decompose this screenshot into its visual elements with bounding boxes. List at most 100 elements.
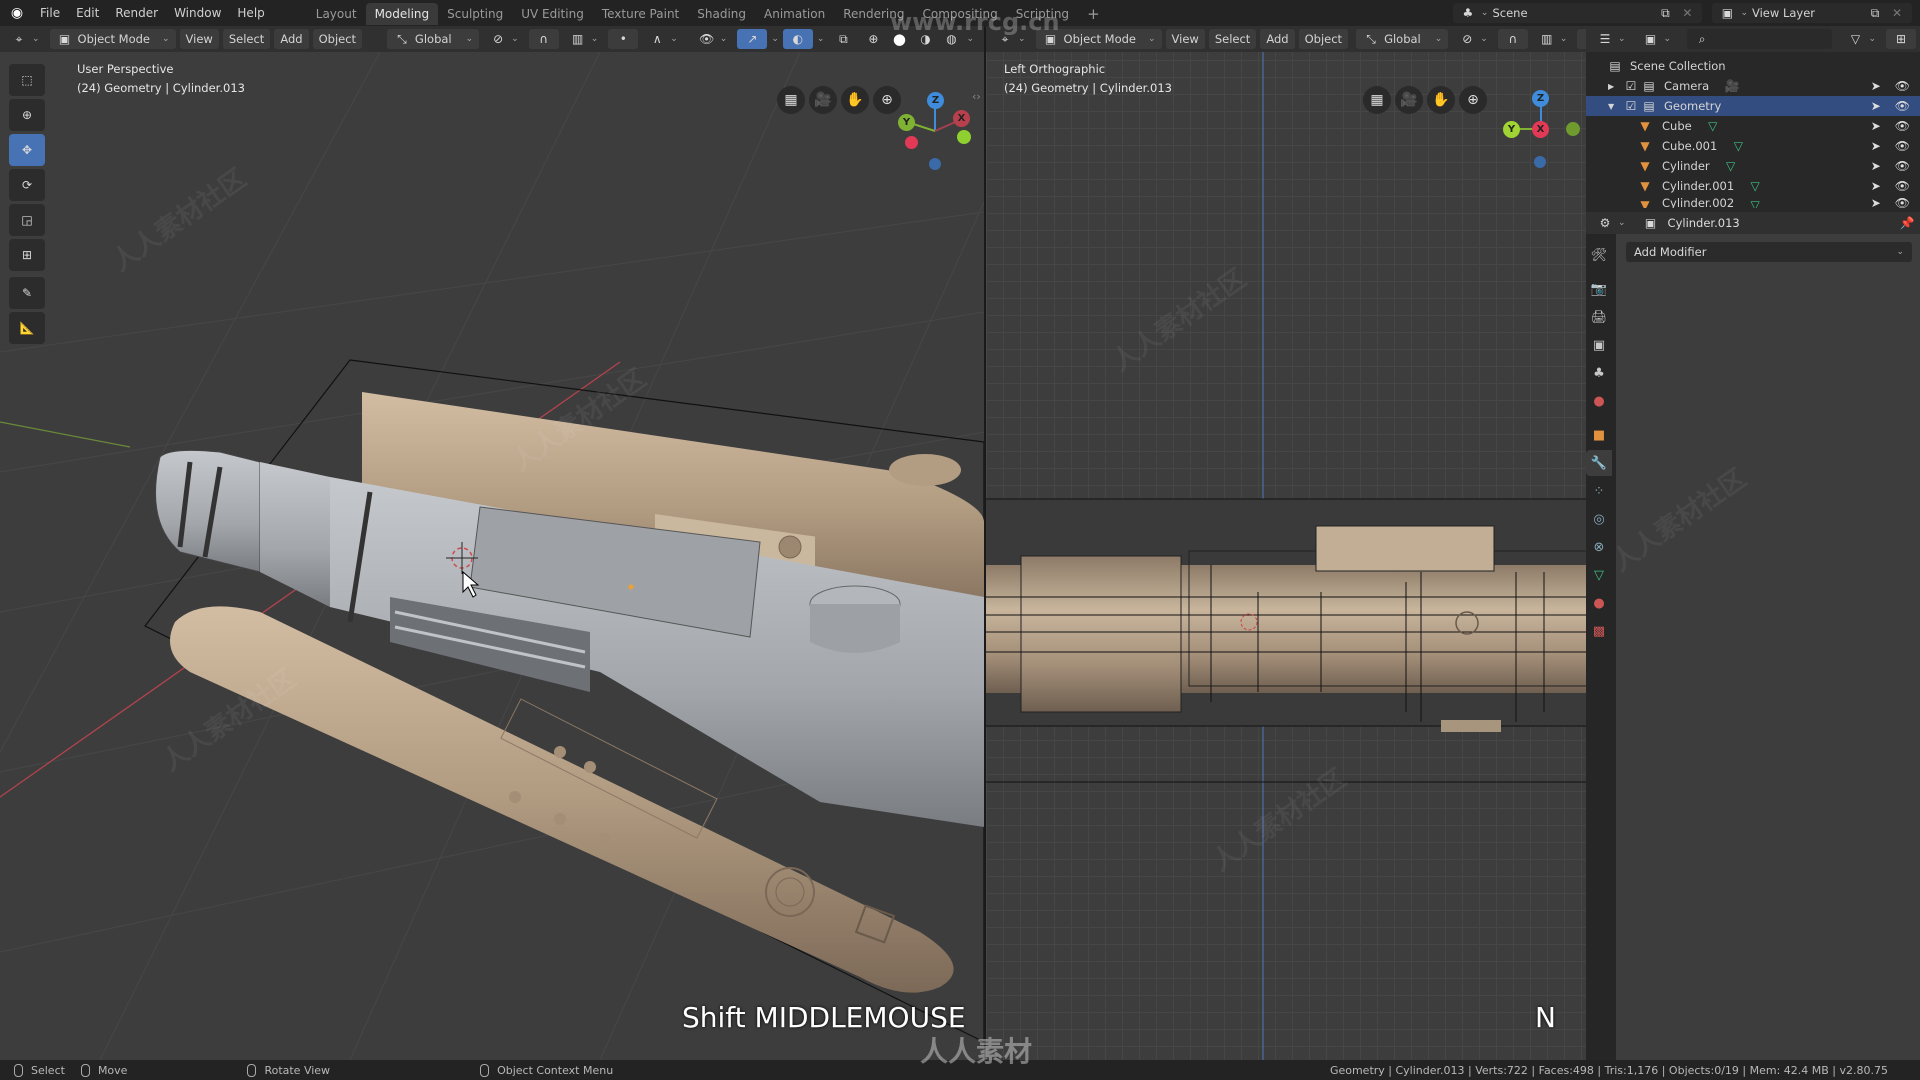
- menu-window[interactable]: Window: [166, 0, 229, 26]
- eye-icon[interactable]: 👁: [1895, 196, 1910, 208]
- navigation-gizmo[interactable]: Z Y X: [895, 86, 975, 176]
- tab-compositing[interactable]: Compositing: [913, 3, 1006, 25]
- mesh-data-icon[interactable]: ▽: [1722, 157, 1740, 175]
- gizmo-neg-y[interactable]: [1566, 122, 1580, 136]
- tab-texture[interactable]: ▩: [1586, 618, 1612, 644]
- snap-toggle[interactable]: ∩: [528, 29, 559, 49]
- scene-3d-render[interactable]: [0, 52, 984, 1060]
- editor-type-button[interactable]: ☰ ⌄: [1590, 29, 1632, 49]
- proportional-edit-toggle[interactable]: •: [608, 29, 639, 49]
- tab-scene[interactable]: ♣: [1586, 360, 1612, 386]
- menu-view[interactable]: View: [179, 29, 219, 49]
- gizmo-z-axis[interactable]: Z: [1532, 90, 1549, 107]
- outliner-item-camera[interactable]: ▶ ☑ ▤ Camera 🎥 ➤ 👁: [1586, 76, 1920, 96]
- editor-type-button[interactable]: ⚙ ⌄: [1590, 213, 1632, 233]
- gizmo-neg-z[interactable]: [1534, 156, 1546, 168]
- view-layer-selector[interactable]: ▣ ⌄ View Layer ⧉ ✕: [1712, 3, 1912, 23]
- viewport-left[interactable]: ⌖ ⌄ ▣ Object Mode ⌄ View Select Add Object …: [0, 26, 984, 1060]
- camera-view-button[interactable]: 🎥: [809, 86, 837, 114]
- gizmo-x-axis[interactable]: X: [1532, 121, 1549, 138]
- tab-modeling[interactable]: Modeling: [365, 3, 439, 25]
- toggle-perspective-button[interactable]: ▦: [777, 86, 805, 114]
- select-arrow-icon[interactable]: ➤: [1871, 119, 1881, 133]
- select-arrow-icon[interactable]: ➤: [1871, 179, 1881, 193]
- add-workspace-button[interactable]: +: [1078, 3, 1109, 25]
- mode-dropdown[interactable]: ▣ Object Mode ⌄: [1035, 29, 1162, 49]
- filter-dropdown[interactable]: ▽ ⌄: [1840, 29, 1882, 49]
- gizmo-toggle[interactable]: ↗: [737, 29, 768, 49]
- shading-options-chevron[interactable]: ⌄: [966, 34, 974, 44]
- tab-tool[interactable]: 🛠: [1586, 242, 1612, 268]
- select-arrow-icon[interactable]: ➤: [1871, 139, 1881, 153]
- tab-rendering[interactable]: Rendering: [834, 3, 913, 25]
- sidebar-toggle-icon[interactable]: ‹›: [972, 90, 981, 103]
- tool-measure[interactable]: 📐: [9, 312, 45, 344]
- tab-texture-paint[interactable]: Texture Paint: [593, 3, 688, 25]
- pivot-dropdown[interactable]: ⊘ ⌄: [1452, 29, 1494, 49]
- mesh-data-icon[interactable]: ▽: [1746, 196, 1764, 208]
- eye-icon[interactable]: 👁: [1895, 119, 1910, 133]
- orientation-dropdown[interactable]: ⤡ Global ⌄: [386, 29, 480, 49]
- snap-toggle[interactable]: ∩: [1497, 29, 1528, 49]
- menu-add[interactable]: Add: [274, 29, 309, 49]
- tool-transform[interactable]: ⊞: [9, 239, 45, 271]
- menu-add[interactable]: Add: [1260, 29, 1295, 49]
- snap-target-dropdown[interactable]: ▥ ⌄: [563, 29, 605, 49]
- new-scene-icon[interactable]: ⧉: [1656, 4, 1674, 22]
- outliner-item-cylinder-001[interactable]: ▼ Cylinder.001 ▽ ➤ 👁: [1586, 176, 1920, 196]
- outliner-item-cylinder[interactable]: ▼ Cylinder ▽ ➤ 👁: [1586, 156, 1920, 176]
- tab-layout[interactable]: Layout: [307, 3, 366, 25]
- snap-target-dropdown[interactable]: ▥ ⌄: [1532, 29, 1574, 49]
- checkbox-checked-icon[interactable]: ☑: [1622, 77, 1640, 95]
- mesh-data-icon[interactable]: ▽: [1704, 117, 1722, 135]
- gizmo-neg-y[interactable]: [957, 130, 971, 144]
- outliner-scene-collection[interactable]: ▤ Scene Collection: [1586, 56, 1920, 76]
- tool-rotate[interactable]: ⟳: [9, 169, 45, 201]
- shading-rendered[interactable]: ◍: [940, 29, 962, 49]
- camera-view-button[interactable]: 🎥: [1395, 86, 1423, 114]
- outliner-search-input[interactable]: ⌕: [1687, 29, 1833, 49]
- tab-data[interactable]: ▽: [1586, 562, 1612, 588]
- eye-icon[interactable]: 👁: [1895, 179, 1910, 193]
- tab-physics[interactable]: ◎: [1586, 506, 1612, 532]
- tool-select-box[interactable]: ⬚: [9, 64, 45, 96]
- shading-material[interactable]: ◑: [914, 29, 936, 49]
- mode-dropdown[interactable]: ▣ Object Mode ⌄: [49, 29, 176, 49]
- toggle-perspective-button[interactable]: ▦: [1363, 86, 1391, 114]
- orientation-dropdown[interactable]: ⤡ Global ⌄: [1356, 29, 1449, 49]
- tab-object[interactable]: ■: [1586, 422, 1612, 448]
- tool-move[interactable]: ✥: [9, 134, 45, 166]
- tool-cursor[interactable]: ⊕: [9, 99, 45, 131]
- menu-select[interactable]: Select: [222, 29, 271, 49]
- menu-help[interactable]: Help: [229, 0, 272, 26]
- gizmo-y-axis[interactable]: Y: [1503, 121, 1520, 138]
- tab-sculpting[interactable]: Sculpting: [438, 3, 512, 25]
- outliner-item-cube[interactable]: ▼ Cube ▽ ➤ 👁: [1586, 116, 1920, 136]
- eye-icon[interactable]: 👁: [1895, 79, 1910, 93]
- menu-object[interactable]: Object: [312, 29, 363, 49]
- pivot-dropdown[interactable]: ⊘ ⌄: [483, 29, 525, 49]
- pan-view-button[interactable]: ✋: [841, 86, 869, 114]
- expand-arrow-icon[interactable]: ▶: [1608, 82, 1622, 91]
- viewport-right[interactable]: ⌖ ⌄ ▣ Object Mode ⌄ View Select Add Object …: [986, 26, 1586, 1060]
- display-mode-dropdown[interactable]: ▣ ⌄: [1636, 29, 1678, 49]
- checkbox-checked-icon[interactable]: ☑: [1622, 97, 1640, 115]
- eye-icon[interactable]: 👁: [1895, 139, 1910, 153]
- outliner-item-geometry[interactable]: ▼ ☑ ▤ Geometry ➤ 👁: [1586, 96, 1920, 116]
- outliner-item-cube-001[interactable]: ▼ Cube.001 ▽ ➤ 👁: [1586, 136, 1920, 156]
- editor-type-button[interactable]: ⌖ ⌄: [4, 29, 46, 49]
- ortho-render[interactable]: [986, 52, 1586, 1060]
- tab-modifiers[interactable]: 🔧: [1586, 450, 1612, 476]
- tab-uv-editing[interactable]: UV Editing: [512, 3, 593, 25]
- select-arrow-icon[interactable]: ➤: [1871, 79, 1881, 93]
- mesh-data-icon[interactable]: ▽: [1729, 137, 1747, 155]
- tool-scale[interactable]: ◲: [9, 204, 45, 236]
- chevron-down-icon[interactable]: ⌄: [771, 34, 779, 44]
- visibility-dropdown[interactable]: 👁 ⌄: [692, 29, 734, 49]
- add-modifier-dropdown[interactable]: Add Modifier ⌄: [1626, 242, 1912, 262]
- scene-selector[interactable]: ♣ ⌄ Scene ⧉ ✕: [1452, 3, 1703, 23]
- tab-world[interactable]: ●: [1586, 388, 1612, 414]
- proportional-edit-toggle[interactable]: •: [1577, 29, 1586, 49]
- select-arrow-icon[interactable]: ➤: [1871, 196, 1881, 208]
- gizmo-x-axis[interactable]: X: [953, 110, 970, 127]
